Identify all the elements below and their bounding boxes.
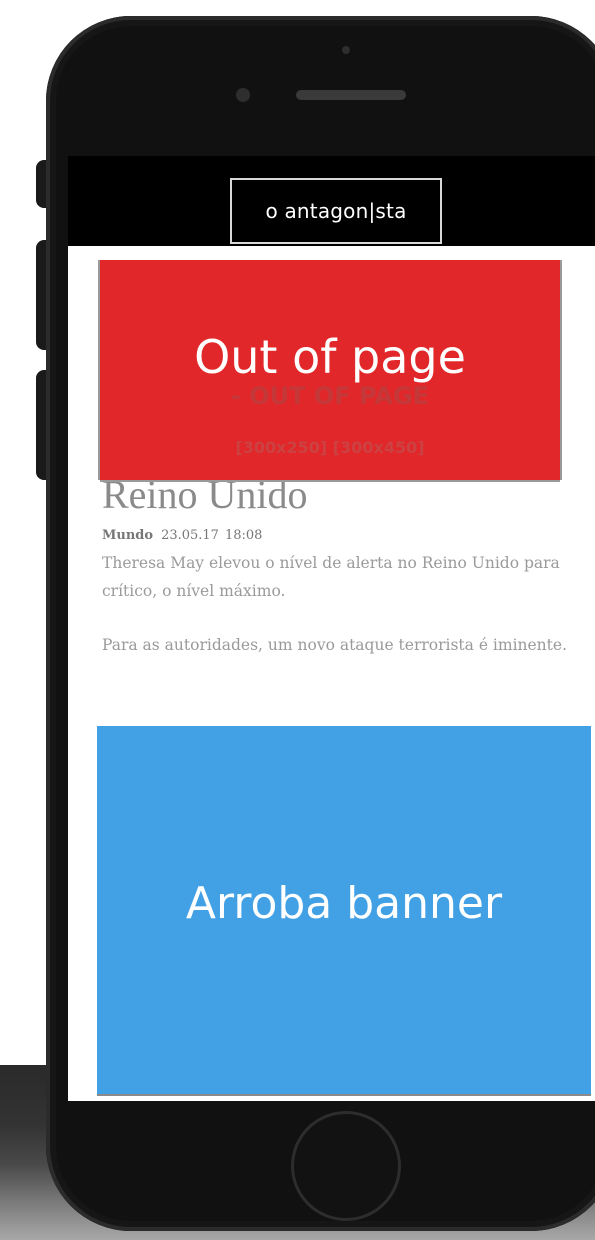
article-section[interactable]: Mundo bbox=[102, 528, 153, 543]
article-meta: Mundo 23.05.17 18:08 bbox=[102, 528, 262, 543]
out-of-page-ad-sizes: [300x250] [300x450] bbox=[235, 438, 425, 457]
out-of-page-ad-title: - OUT OF PAGE bbox=[230, 382, 430, 410]
proximity-sensor bbox=[342, 46, 350, 54]
site-header: o antagon|sta bbox=[68, 156, 595, 246]
phone-screen: o antagon|sta Reino Unido Mundo 23.05.17 1… bbox=[68, 156, 595, 1101]
article-time: 18:08 bbox=[224, 528, 263, 543]
article-paragraph: Theresa May elevou o nível de alerta no … bbox=[102, 554, 560, 600]
article-paragraph: Para as autoridades, um novo ataque terr… bbox=[102, 636, 567, 654]
earpiece-speaker bbox=[296, 90, 406, 100]
scene: o antagon|sta Reino Unido Mundo 23.05.17 1… bbox=[0, 0, 595, 1240]
article-date: 23.05.17 bbox=[161, 528, 219, 543]
out-of-page-ad[interactable]: - OUT OF PAGE [300x250] [300x450] Out of… bbox=[100, 260, 560, 480]
out-of-page-ad-label: Out of page bbox=[194, 330, 466, 384]
home-button[interactable] bbox=[291, 1111, 401, 1221]
site-logo[interactable]: o antagon|sta bbox=[230, 178, 442, 244]
arroba-banner-ad[interactable]: Arroba banner bbox=[97, 726, 591, 1096]
arroba-banner-label: Arroba banner bbox=[185, 878, 503, 929]
front-camera-icon bbox=[236, 88, 250, 102]
